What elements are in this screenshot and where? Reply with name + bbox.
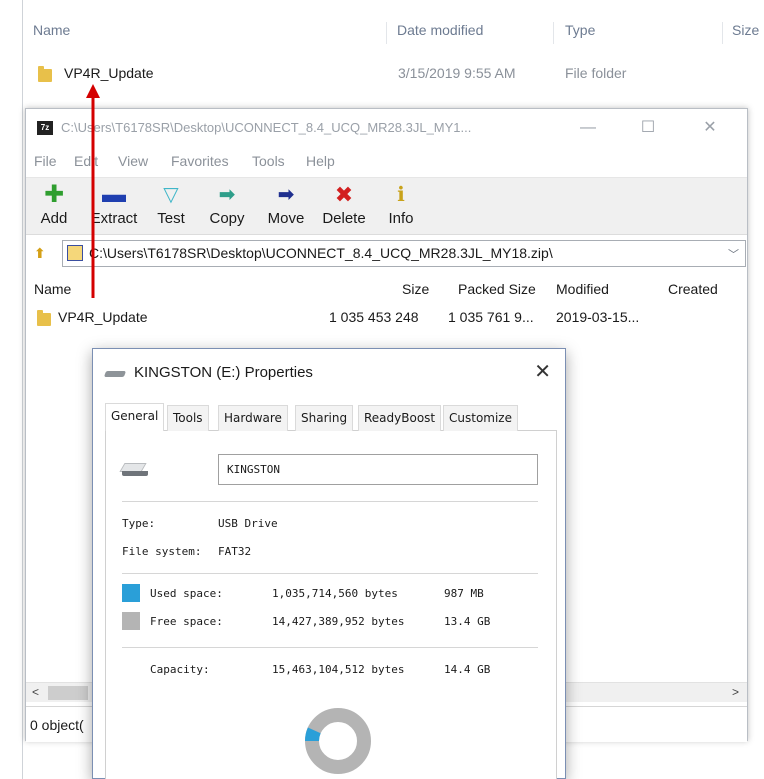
tab-customize[interactable]: Customize [443,405,518,431]
menu-file[interactable]: File [34,153,57,169]
list-item[interactable]: VP4R_Update 3/15/2019 9:55 AM File folde… [30,62,730,86]
capacity-bytes: 15,463,104,512 bytes [272,663,405,676]
file-name: VP4R_Update [58,309,148,325]
used-space-bytes: 1,035,714,560 bytes [272,587,398,600]
tab-sharing[interactable]: Sharing [295,405,354,431]
used-space-swatch [122,584,140,602]
chevron-down-icon[interactable]: ﹀ [728,246,739,262]
file-name: VP4R_Update [64,65,154,81]
folder-icon [37,310,51,326]
test-check-icon: ▽ [163,184,179,206]
add-plus-icon: ✚ [43,181,65,208]
column-header-name[interactable]: Name [34,281,71,297]
dialog-title-bar[interactable]: KINGSTON (E:) Properties ✕ [93,349,565,397]
usb-drive-icon [103,371,127,377]
capacity-size: 14.4 GB [444,663,491,676]
free-space-swatch [122,612,140,630]
maximize-button[interactable]: ☐ [634,117,662,139]
tab-strip: General Tools Hardware Sharing ReadyBoos… [105,403,557,432]
volume-name-input[interactable]: KINGSTON [218,454,538,485]
capacity-label: Capacity: [150,663,210,676]
column-separator [722,22,723,44]
divider [122,573,538,574]
column-header-size[interactable]: Size [402,281,429,297]
column-header-created[interactable]: Created [668,281,718,297]
menu-favorites[interactable]: Favorites [171,153,229,169]
menu-help[interactable]: Help [306,153,335,169]
file-date: 3/15/2019 9:55 AM [398,65,516,81]
column-header-type[interactable]: Type [565,22,595,44]
move-arrow-icon: ➡ [277,184,295,206]
column-header-size[interactable]: Size [732,22,759,44]
table-row[interactable]: VP4R_Update 1 035 453 248 1 035 761 9...… [26,307,747,329]
file-system-label: File system: [122,545,202,558]
window-border [22,0,23,779]
disk-usage-donut-chart [305,708,371,774]
volume-name-value: KINGSTON [227,463,280,476]
divider [122,647,538,648]
free-space-bytes: 14,427,389,952 bytes [272,615,405,628]
column-headers: Name Size Packed Size Modified Created [26,279,747,301]
address-path: C:\Users\T6178SR\Desktop\UCONNECT_8.4_UC… [89,245,553,261]
scroll-right-icon[interactable]: > [732,685,739,699]
properties-dialog: KINGSTON (E:) Properties ✕ General Tools… [92,348,566,779]
divider [122,501,538,502]
close-button[interactable]: ✕ [696,117,724,139]
sevenzip-logo-icon: 7z [37,121,53,135]
address-bar: ⬆ C:\Users\T6178SR\Desktop\UCONNECT_8.4_… [26,237,747,269]
up-folder-icon[interactable]: ⬆ [34,245,50,261]
general-tab-panel: KINGSTON Type: USB Drive File system: FA… [105,431,557,779]
folder-icon [38,66,52,82]
delete-x-icon: ✖ [334,182,354,207]
title-bar[interactable]: 7z C:\Users\T6178SR\Desktop\UCONNECT_8.4… [26,109,747,149]
column-header-date-modified[interactable]: Date modified [397,22,483,44]
type-value: USB Drive [218,517,278,530]
move-button[interactable]: ➡ Move [264,184,308,227]
used-space-label: Used space: [150,587,223,600]
info-icon: ℹ [397,184,405,206]
tab-hardware[interactable]: Hardware [218,405,288,431]
tab-readyboost[interactable]: ReadyBoost [358,405,442,431]
scroll-left-icon[interactable]: < [32,685,39,699]
free-space-ring [305,708,371,774]
scrollbar-thumb[interactable] [48,686,88,700]
column-header-name[interactable]: Name [33,22,70,44]
file-type: File folder [565,65,627,81]
used-space-size: 987 MB [444,587,484,600]
toolbar: ✚ Add ▬ Extract ▽ Test ➡ Copy ➡ Move ✖ D… [26,177,747,235]
menu-view[interactable]: View [118,153,148,169]
address-input[interactable]: C:\Users\T6178SR\Desktop\UCONNECT_8.4_UC… [62,240,746,267]
window-title: C:\Users\T6178SR\Desktop\UCONNECT_8.4_UC… [61,120,472,135]
copy-arrow-icon: ➡ [218,184,236,206]
file-packed-size: 1 035 761 9... [448,309,534,325]
add-button[interactable]: ✚ Add [36,181,72,228]
test-button[interactable]: ▽ Test [152,184,190,227]
file-size: 1 035 453 248 [329,309,419,325]
free-space-label: Free space: [150,615,223,628]
tab-general[interactable]: General [105,403,165,432]
status-text: 0 object( [30,717,84,733]
red-annotation-arrow [86,84,100,298]
menu-tools[interactable]: Tools [252,153,285,169]
column-separator [553,22,554,44]
archive-icon [67,245,83,261]
close-icon[interactable]: ✕ [534,359,551,384]
type-label: Type: [122,517,156,530]
info-button[interactable]: ℹ Info [384,184,418,227]
column-separator [386,22,387,44]
dialog-title: KINGSTON (E:) Properties [134,364,313,381]
tab-tools[interactable]: Tools [167,405,209,431]
usb-drive-icon [119,463,150,477]
delete-button[interactable]: ✖ Delete [318,182,370,228]
file-modified: 2019-03-15... [556,309,640,325]
file-system-value: FAT32 [218,545,252,558]
menu-bar: File Edit View Favorites Tools Help [26,151,747,173]
minimize-button[interactable]: — [574,117,602,139]
column-header-packed-size[interactable]: Packed Size [458,281,536,297]
column-header-modified[interactable]: Modified [556,281,609,297]
copy-button[interactable]: ➡ Copy [206,184,248,227]
free-space-size: 13.4 GB [444,615,491,628]
